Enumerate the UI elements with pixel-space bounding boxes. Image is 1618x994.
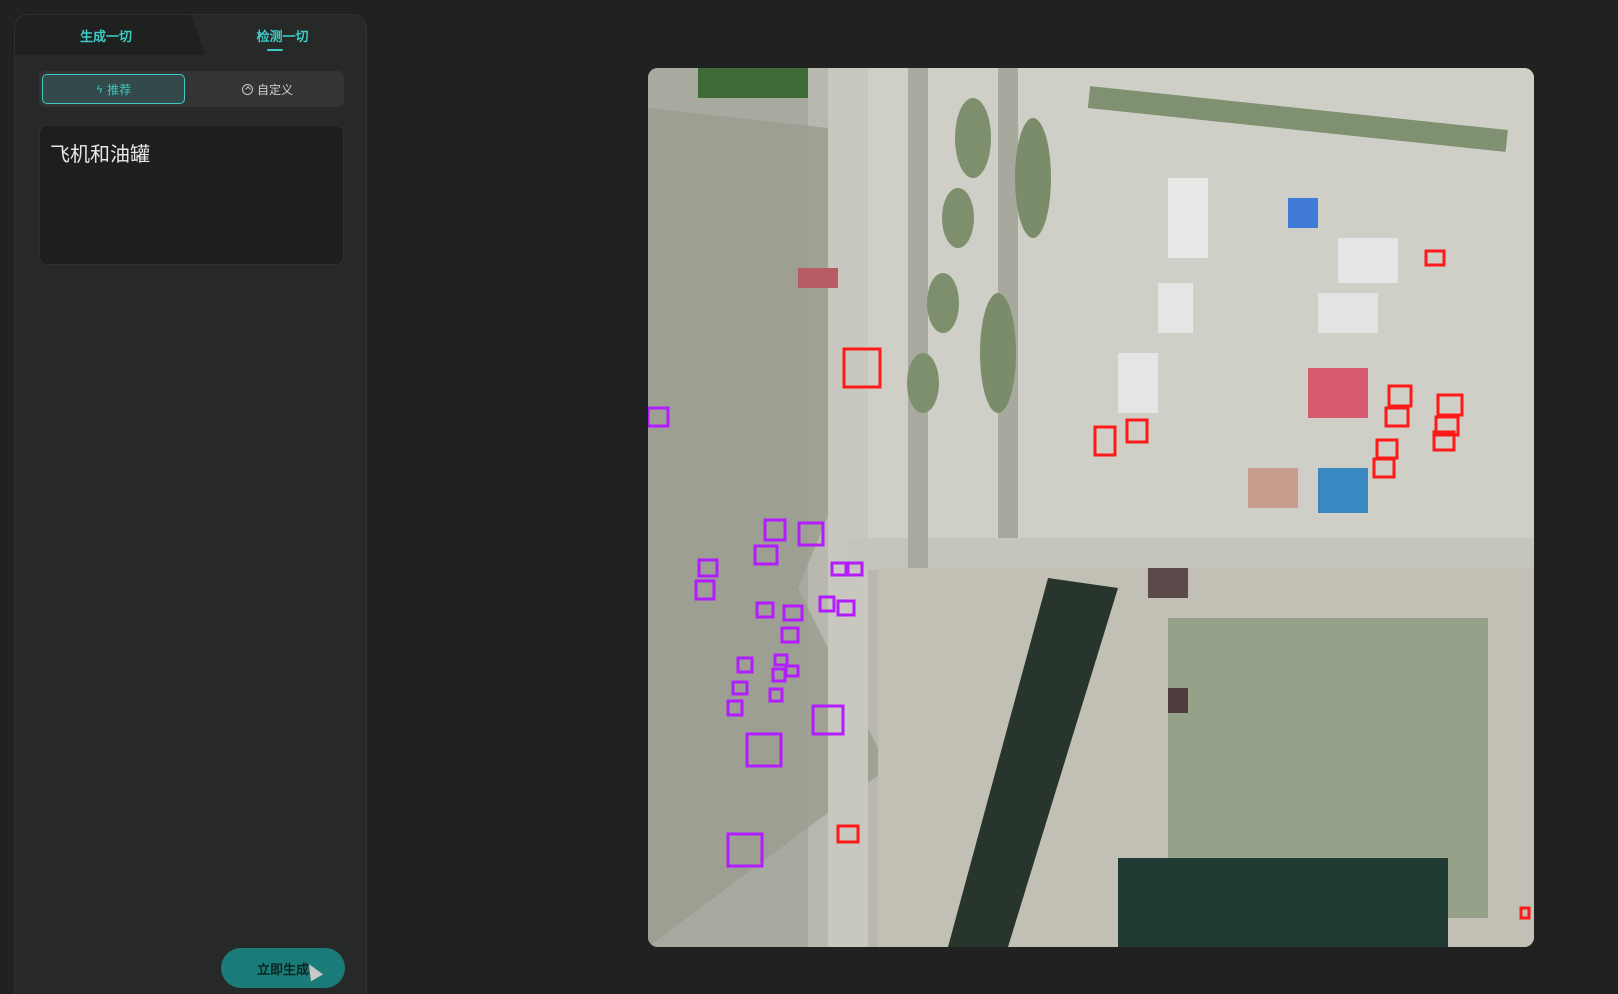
- control-panel: 生成一切 检测一切 ϟ 推荐 自定义 飞机和油罐 立即生成: [14, 14, 367, 994]
- aerial-airport-image: [648, 68, 1534, 947]
- prompt-mode-switch: ϟ 推荐 自定义: [39, 71, 344, 107]
- detection-result-image: [648, 68, 1534, 947]
- lightning-icon: ϟ: [95, 82, 104, 96]
- tab-generate-all[interactable]: 生成一切: [15, 15, 197, 55]
- custom-label: 自定义: [256, 82, 293, 97]
- custom-button[interactable]: 自定义: [196, 74, 339, 104]
- active-tab-indicator: [267, 49, 283, 51]
- recommended-button[interactable]: ϟ 推荐: [42, 74, 185, 104]
- compass-icon: [241, 83, 253, 95]
- prompt-input[interactable]: 飞机和油罐: [39, 125, 344, 265]
- mode-tabs: 生成一切 检测一切: [15, 15, 366, 55]
- generate-now-button[interactable]: 立即生成: [221, 948, 345, 988]
- recommended-label: 推荐: [107, 82, 132, 97]
